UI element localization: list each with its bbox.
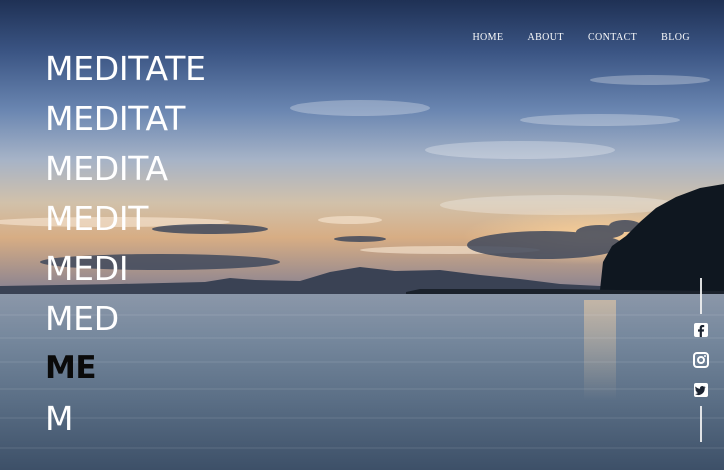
twitter-icon[interactable] — [693, 382, 709, 398]
social-sidebar — [692, 278, 710, 442]
nav-home[interactable]: HOME — [472, 32, 503, 43]
facebook-icon[interactable] — [693, 322, 709, 338]
word-stack: MEDITATE MEDITAT MEDITA MEDIT MEDI MED M… — [45, 43, 206, 443]
nav-about[interactable]: ABOUT — [527, 32, 563, 43]
word-med: MED — [45, 298, 119, 338]
word-medi: MEDI — [45, 248, 129, 288]
social-icons — [693, 314, 709, 406]
word-medit: MEDIT — [45, 198, 149, 238]
word-m: M — [45, 398, 74, 438]
instagram-icon[interactable] — [693, 352, 709, 368]
hero-background: HOME ABOUT CONTACT BLOG MEDITATE MEDITAT… — [0, 0, 724, 470]
nav-blog[interactable]: BLOG — [661, 32, 690, 43]
social-divider-bottom — [700, 406, 702, 442]
word-me-highlight: ME — [45, 349, 97, 386]
nav-contact[interactable]: CONTACT — [588, 32, 637, 43]
social-divider-top — [700, 278, 702, 314]
word-medita: MEDITA — [45, 148, 168, 188]
main-nav: HOME ABOUT CONTACT BLOG — [472, 32, 690, 43]
word-meditat: MEDITAT — [45, 98, 186, 138]
word-meditate: MEDITATE — [45, 48, 206, 88]
